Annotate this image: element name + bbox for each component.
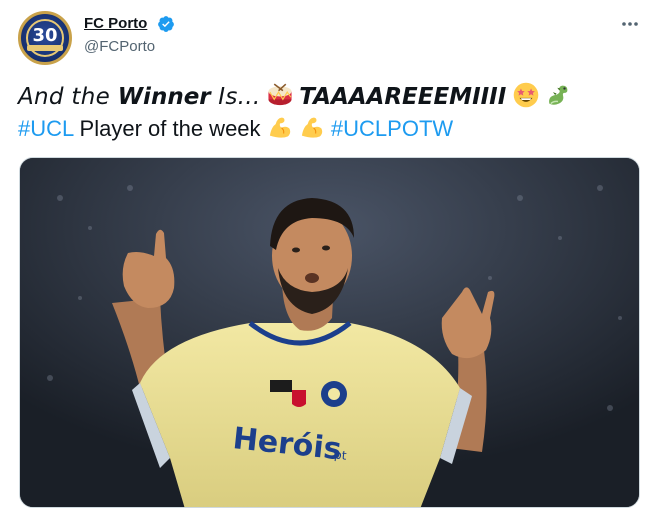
tweet-media-photo[interactable]: Heróis .pt [19,157,640,508]
author-display-name[interactable]: FC Porto [84,15,147,32]
avatar-text: 30 [32,25,58,46]
author-handle[interactable]: @FCPorto [84,38,155,55]
tweet-text-is: Is... [210,84,261,110]
flexed-biceps-icon [269,117,290,138]
drum-icon [268,83,292,106]
hashtag-ucl[interactable]: #UCL [18,116,73,141]
more-options-icon[interactable] [618,12,642,36]
avatar-band [27,45,63,51]
star-struck-icon [513,82,538,108]
tweet-text-taremi: TAAAAREEEMIIII [299,84,507,110]
tweet-text-line2: #UCL Player of the week #UCLPOTW [18,114,453,142]
tweet-text-intro: And the [18,84,118,110]
tweet-text-player-of-week: Player of the week [73,116,267,141]
avatar[interactable]: 30 [18,11,72,65]
tweet-text-line1: And the Winner Is... TAAAAREEEMIIII [18,82,571,110]
tweet[interactable]: 30 FC Porto @FCPorto And the Winner Is..… [0,0,649,514]
hashtag-uclpotw[interactable]: #UCLPOTW [331,116,453,141]
player-photo: Heróis .pt [20,158,639,507]
dragon-icon [549,85,568,105]
verified-badge-icon [158,16,174,32]
shirt-sponsor-suffix: .pt [330,447,348,463]
flexed-biceps-icon [301,117,322,138]
tweet-text-winner: Winner [117,84,211,110]
